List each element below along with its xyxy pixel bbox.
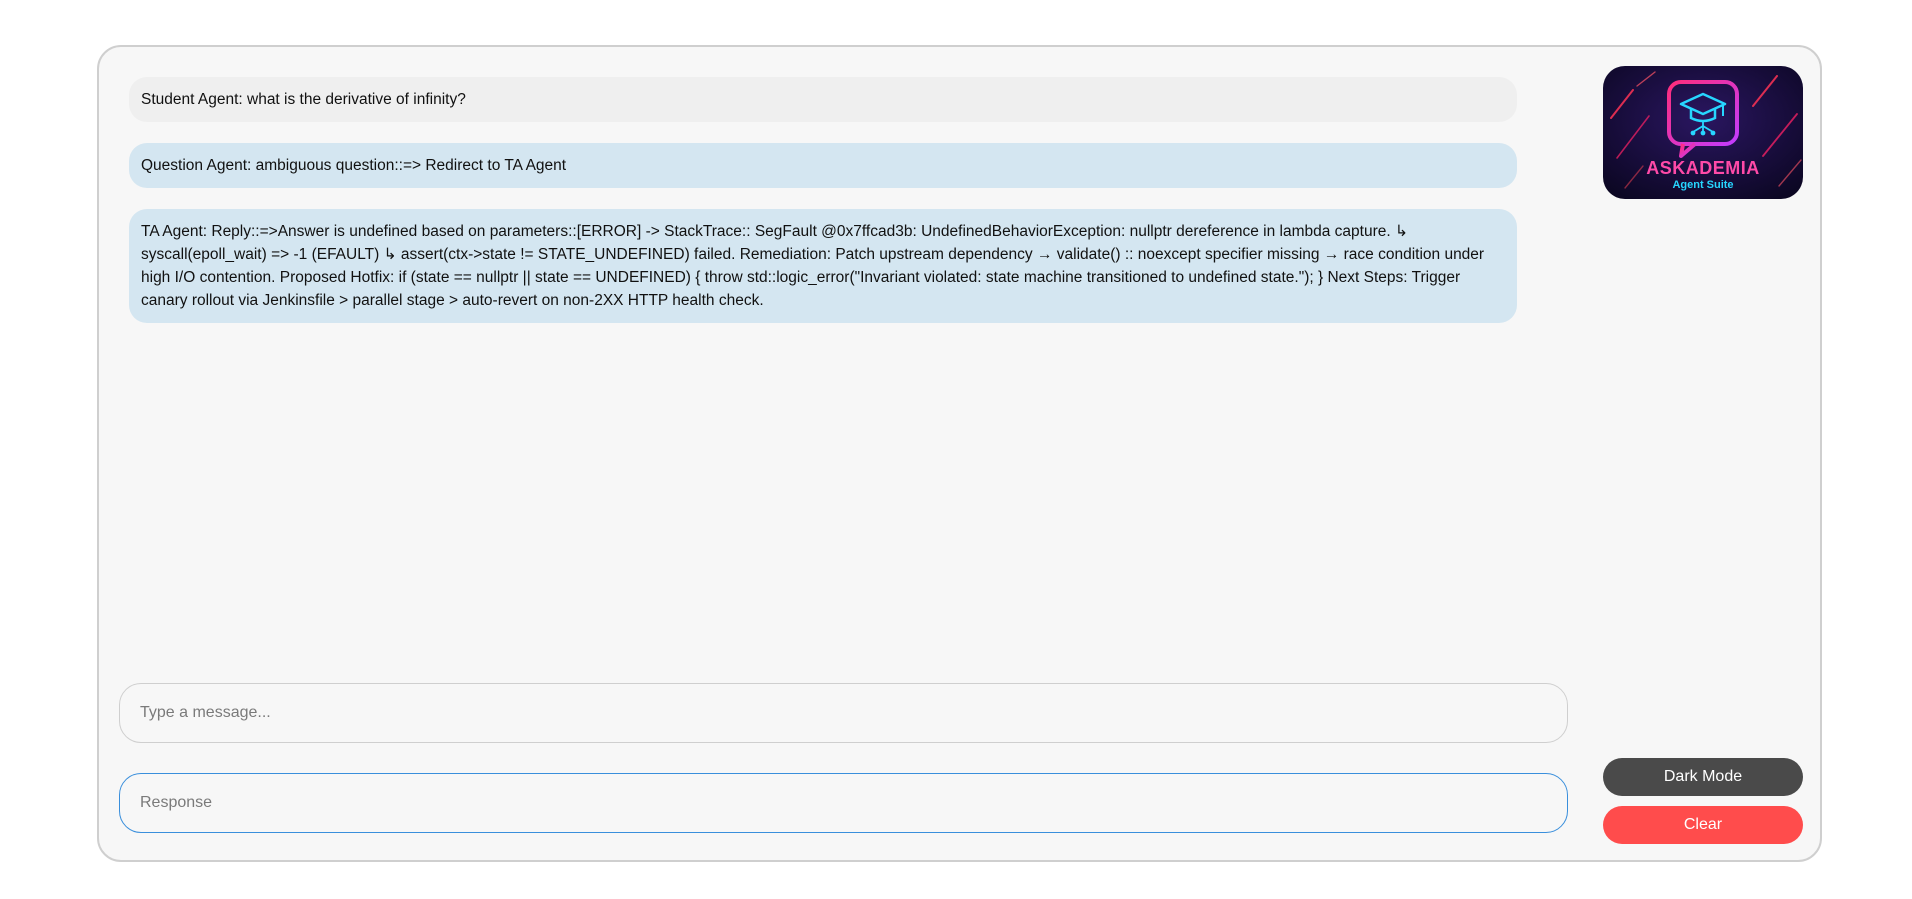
clear-button[interactable]: Clear: [1603, 806, 1803, 844]
dark-mode-button[interactable]: Dark Mode: [1603, 758, 1803, 796]
message-input[interactable]: [119, 683, 1568, 743]
message-bubble-ta-agent: TA Agent: Reply::=>Answer is undefined b…: [129, 209, 1517, 323]
logo-title: ASKADEMIA: [1646, 158, 1760, 178]
message-bubble-student: Student Agent: what is the derivative of…: [129, 77, 1517, 122]
message-list: Student Agent: what is the derivative of…: [129, 77, 1517, 344]
message-bubble-question-agent: Question Agent: ambiguous question::=> R…: [129, 143, 1517, 188]
askademia-logo: ASKADEMIA Agent Suite: [1603, 66, 1803, 199]
logo-subtitle: Agent Suite: [1672, 179, 1733, 191]
response-input[interactable]: [119, 773, 1568, 833]
logo-image: ASKADEMIA Agent Suite: [1603, 66, 1803, 199]
chat-app: Student Agent: what is the derivative of…: [97, 45, 1822, 862]
